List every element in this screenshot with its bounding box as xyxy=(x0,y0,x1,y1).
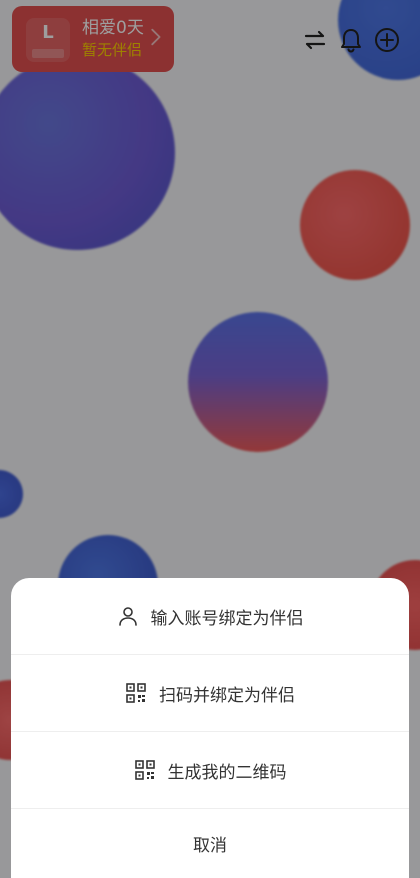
scan-to-bind-label: 扫码并绑定为伴侣 xyxy=(159,685,295,706)
qr-code-icon xyxy=(126,683,146,703)
bind-by-account-label: 输入账号绑定为伴侣 xyxy=(150,608,304,629)
generate-qr-option[interactable]: 生成我的二维码 xyxy=(11,732,409,808)
bind-partner-sheet: 输入账号绑定为伴侣 扫码并绑定为伴侣 生成我的二维码 取消 xyxy=(11,578,409,878)
user-icon xyxy=(118,607,137,626)
qr-code-icon xyxy=(134,760,155,780)
bind-by-account-option[interactable]: 输入账号绑定为伴侣 xyxy=(11,578,409,654)
generate-qr-label: 生成我的二维码 xyxy=(167,762,287,783)
cancel-button[interactable]: 取消 xyxy=(11,809,409,878)
scan-to-bind-option[interactable]: 扫码并绑定为伴侣 xyxy=(11,655,409,731)
